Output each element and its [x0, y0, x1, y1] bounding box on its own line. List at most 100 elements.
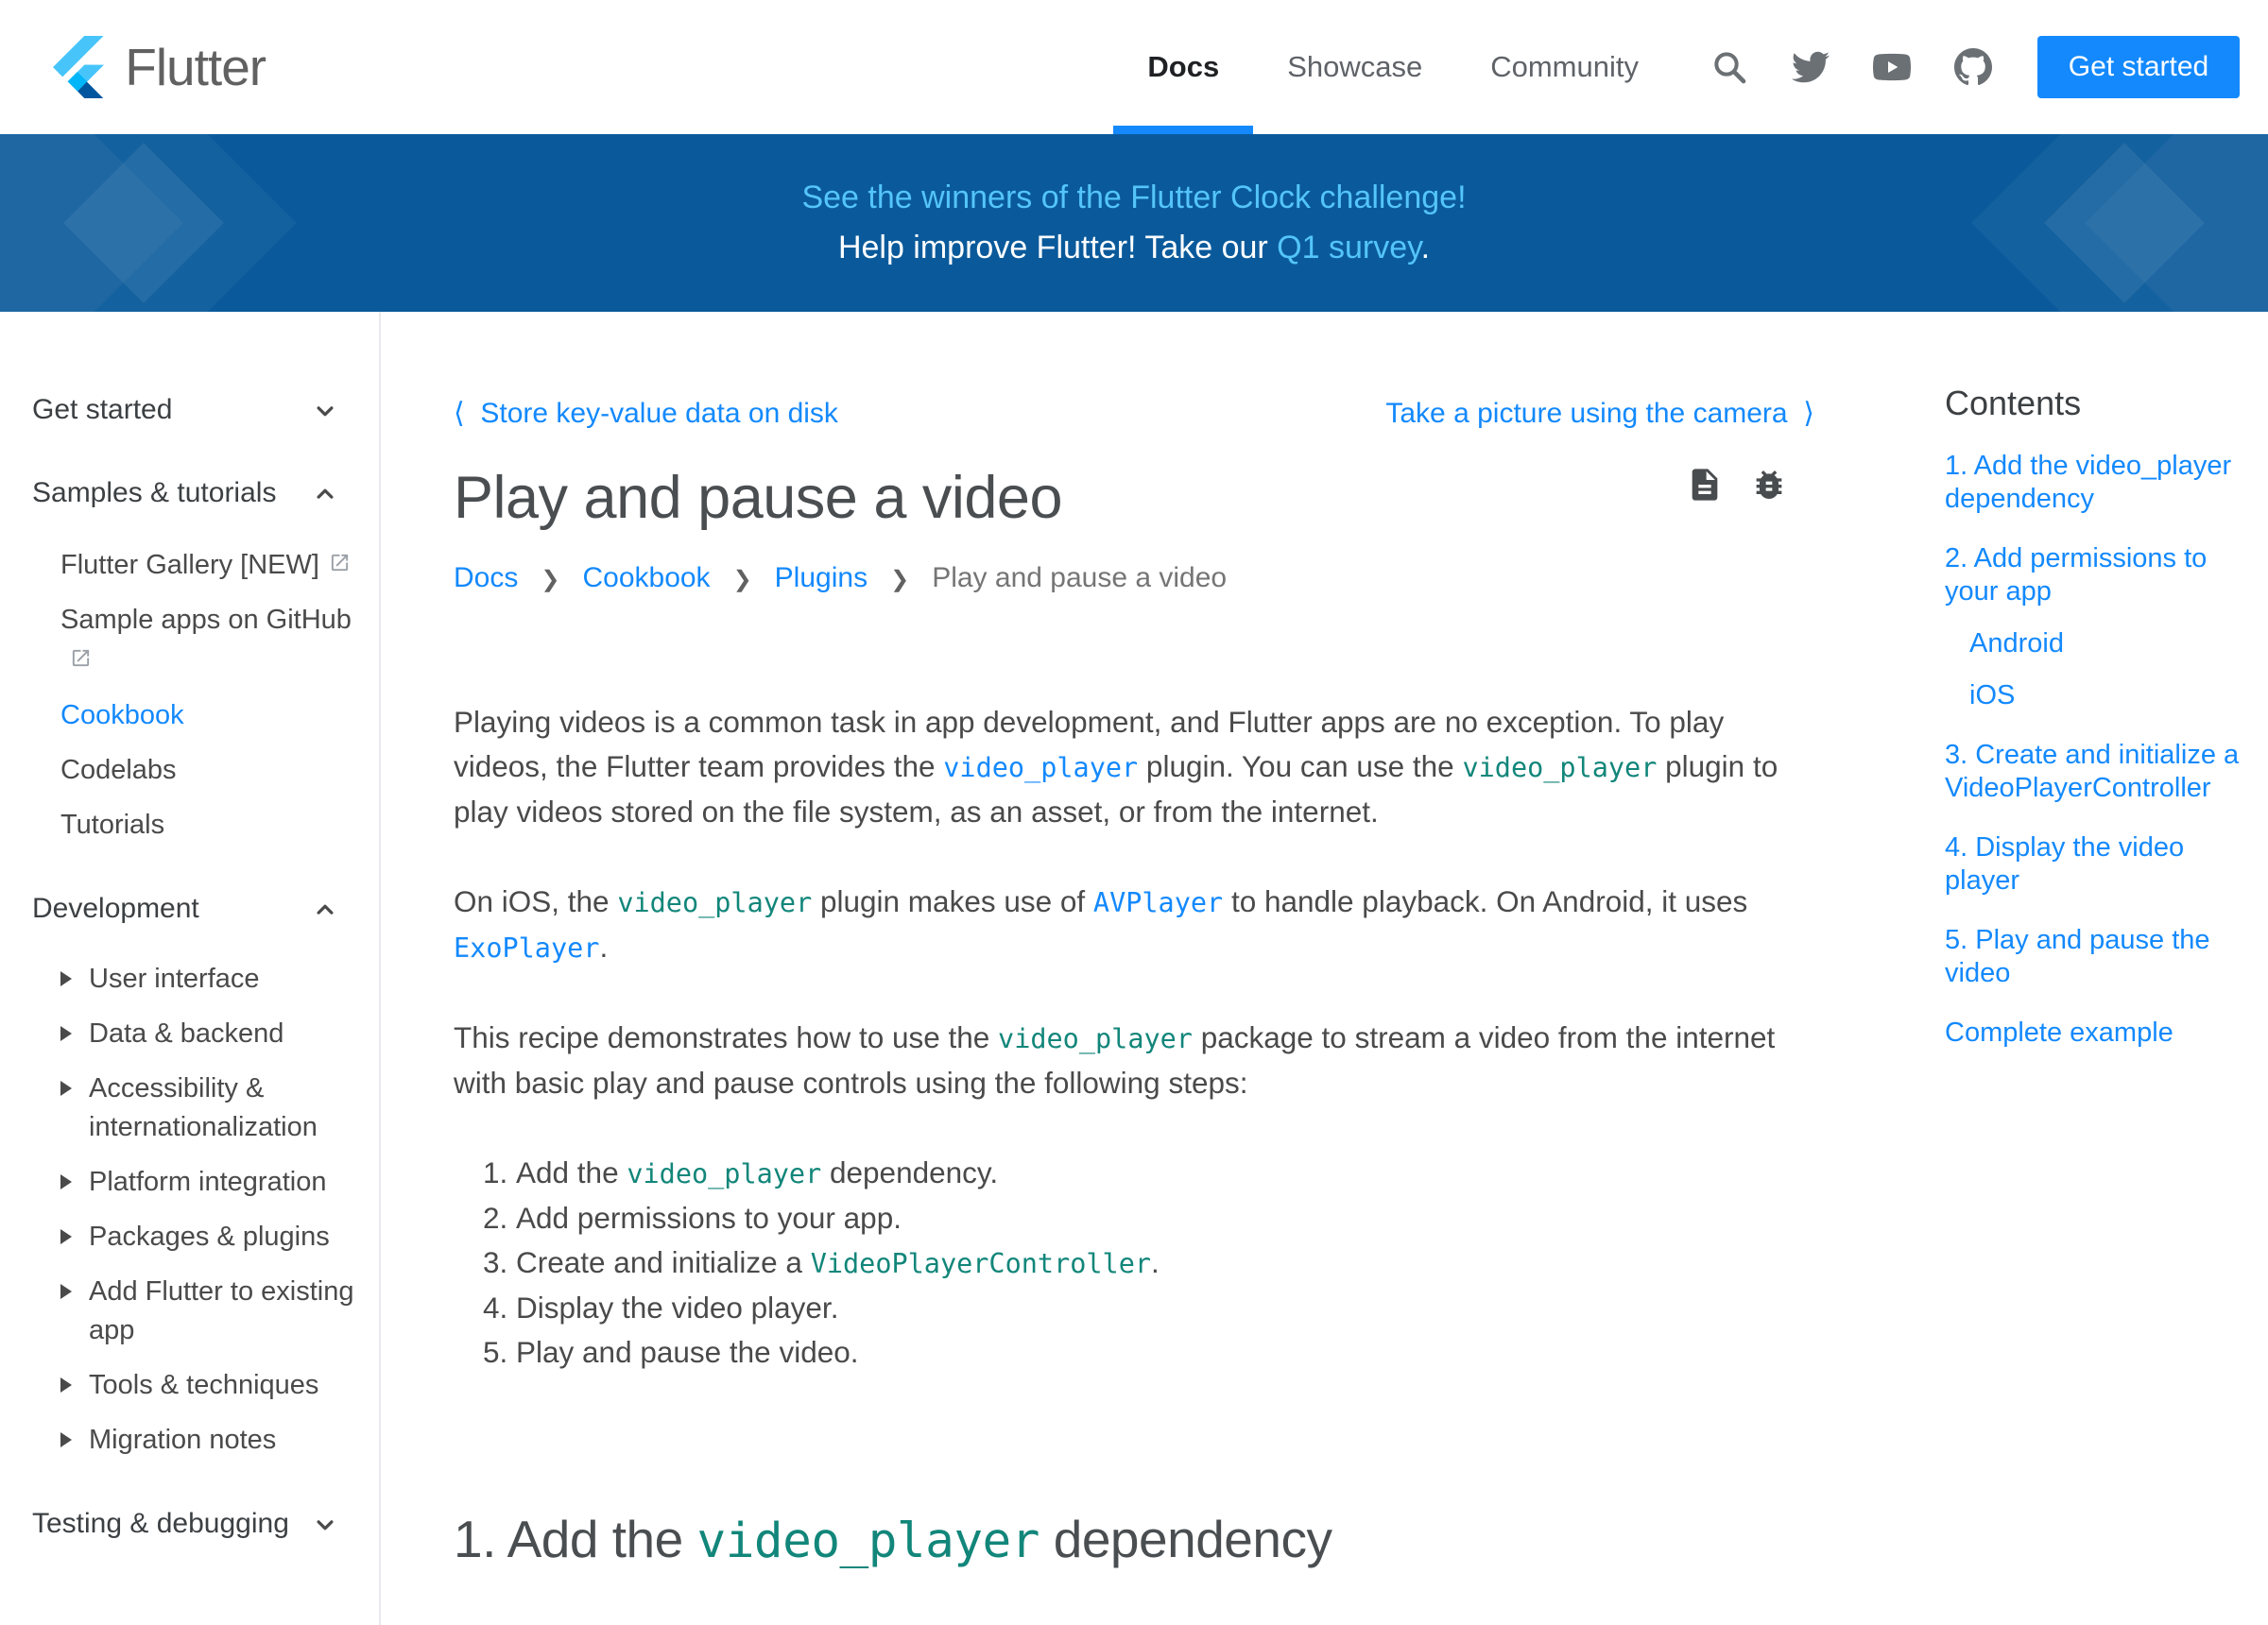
- sidebar-item-user-interface[interactable]: User interface: [60, 960, 355, 999]
- sidebar-section-header-development[interactable]: Development: [32, 890, 379, 928]
- youtube-icon[interactable]: [1873, 48, 1911, 86]
- inline-code-link[interactable]: video_player: [943, 752, 1138, 783]
- sidebar-item-data-backend[interactable]: Data & backend: [60, 1015, 355, 1053]
- toc-link-3-create-and-initialize-a-videoplayercontroller[interactable]: 3. Create and initialize a VideoPlayerCo…: [1945, 739, 2240, 805]
- sidebar-item-label: Codelabs: [60, 751, 177, 790]
- sidebar-section-items: User interface Data & backend Accessibilit…: [60, 960, 379, 1460]
- sidebar-item-label: User interface: [89, 960, 260, 999]
- toc-link-1-add-the-video-player-dependency[interactable]: 1. Add the video_player dependency: [1945, 450, 2240, 516]
- inline-code: video_player: [697, 1514, 1040, 1569]
- article-body: Playing videos is a common task in app d…: [454, 700, 1814, 1569]
- sidebar-item-label: Packages & plugins: [89, 1218, 330, 1257]
- inline-code: video_player: [617, 887, 812, 918]
- toc-link-5-play-and-pause-the-video[interactable]: 5. Play and pause the video: [1945, 924, 2240, 990]
- breadcrumb-play-and-pause-a-video: Play and pause a video: [932, 562, 1227, 594]
- sidebar-item-platform-integration[interactable]: Platform integration: [60, 1163, 355, 1202]
- sidebar-item-label: Flutter Gallery [NEW]: [60, 544, 351, 585]
- inline-code: VideoPlayerController: [811, 1248, 1151, 1279]
- paragraphs: Playing videos is a common task in app d…: [454, 700, 1814, 1105]
- next-page-link[interactable]: Take a picture using the camera ⟩: [1385, 397, 1814, 430]
- github-icon[interactable]: [1954, 48, 1992, 86]
- top-navigation: DocsShowcaseCommunity: [1113, 0, 1673, 134]
- clock-challenge-link[interactable]: See the winners of the Flutter Clock cha…: [801, 180, 1466, 215]
- bug-report-icon[interactable]: [1750, 466, 1788, 504]
- q1-survey-link[interactable]: Q1 survey: [1277, 230, 1420, 265]
- sidebar-section-label: Testing & debugging: [32, 1505, 289, 1543]
- left-angle-icon: ⟨: [454, 398, 465, 429]
- sidebar-item-migration-notes[interactable]: Migration notes: [60, 1421, 355, 1460]
- banner-line2-suffix: .: [1421, 230, 1430, 265]
- previous-page-link[interactable]: ⟨ Store key-value data on disk: [454, 397, 838, 430]
- step-4: Display the video player.: [516, 1286, 1814, 1330]
- sidebar-section-label: Samples & tutorials: [32, 474, 276, 512]
- section-heading: 1. Add the video_player dependency: [454, 1509, 1814, 1569]
- triangle-right-icon: [60, 1432, 72, 1447]
- inline-code-link[interactable]: AVPlayer: [1093, 887, 1223, 918]
- left-sidebar: Get started Samples & tutorials Flutter Ga…: [0, 312, 381, 1625]
- sidebar-item-codelabs[interactable]: Codelabs: [60, 751, 355, 790]
- sidebar-section-items: Flutter Gallery [NEW] Sample apps on GitH…: [60, 544, 379, 845]
- search-icon[interactable]: [1710, 48, 1748, 86]
- page-title: Play and pause a video: [454, 464, 1814, 532]
- toc-link-ios[interactable]: iOS: [1969, 679, 2240, 712]
- sidebar-item-label: Tutorials: [60, 806, 164, 845]
- breadcrumb-docs[interactable]: Docs: [454, 562, 518, 594]
- banner-line-1: See the winners of the Flutter Clock cha…: [801, 180, 1466, 216]
- nav-item-community[interactable]: Community: [1456, 0, 1673, 134]
- get-started-button[interactable]: Get started: [2037, 36, 2240, 98]
- toc-link-4-display-the-video-player[interactable]: 4. Display the video player: [1945, 831, 2240, 898]
- external-link-icon: [329, 552, 351, 573]
- sidebar-item-flutter-gallery-new[interactable]: Flutter Gallery [NEW]: [60, 544, 355, 585]
- sidebar-item-tutorials[interactable]: Tutorials: [60, 806, 355, 845]
- toc-link-android[interactable]: Android: [1969, 627, 2240, 660]
- sidebar-item-label: Add Flutter to existing app: [89, 1273, 355, 1350]
- sidebar-item-packages-plugins[interactable]: Packages & plugins: [60, 1218, 355, 1257]
- nav-item-docs[interactable]: Docs: [1113, 0, 1253, 134]
- triangle-right-icon: [60, 1174, 72, 1189]
- sidebar-section-header-testing-debugging[interactable]: Testing & debugging: [32, 1505, 379, 1543]
- title-row: Play and pause a video: [454, 464, 1814, 532]
- inline-code-link[interactable]: ExoPlayer: [454, 932, 599, 964]
- triangle-right-icon: [60, 1229, 72, 1244]
- toc-sublist: Android iOS: [1969, 627, 2240, 712]
- step-1: Add the video_player dependency.: [516, 1151, 1814, 1196]
- sidebar-item-tools-techniques[interactable]: Tools & techniques: [60, 1366, 355, 1405]
- sidebar-item-label: Platform integration: [89, 1163, 326, 1202]
- breadcrumb-plugins[interactable]: Plugins: [775, 562, 868, 594]
- sidebar-item-label: Data & backend: [89, 1015, 284, 1053]
- sidebar-section-get-started: Get started: [32, 391, 379, 429]
- sidebar-item-accessibility-internationalization[interactable]: Accessibility & internationalization: [60, 1069, 355, 1147]
- paragraph-1: Playing videos is a common task in app d…: [454, 700, 1814, 834]
- sidebar-section-header-samples-tutorials[interactable]: Samples & tutorials: [32, 474, 379, 512]
- sidebar-item-cookbook[interactable]: Cookbook: [60, 696, 355, 735]
- brand-name: Flutter: [125, 37, 266, 97]
- contents-sidebar: Contents 1. Add the video_player depende…: [1945, 312, 2266, 1076]
- right-angle-icon: ⟩: [1803, 398, 1814, 429]
- nav-item-showcase[interactable]: Showcase: [1253, 0, 1456, 134]
- inline-code: video_player: [998, 1023, 1193, 1054]
- contents-list: 1. Add the video_player dependency2. Add…: [1945, 450, 2266, 1050]
- inline-code: video_player: [627, 1158, 821, 1189]
- triangle-right-icon: [60, 1081, 72, 1096]
- sidebar-section-samples-tutorials: Samples & tutorials Flutter Gallery [NEW]…: [32, 474, 379, 845]
- document-icon[interactable]: [1686, 466, 1724, 504]
- sidebar-item-label: Sample apps on GitHub: [60, 601, 355, 680]
- flutter-logo[interactable]: Flutter: [53, 36, 266, 98]
- main-content: ⟨ Store key-value data on disk Take a pi…: [454, 312, 1814, 1569]
- sidebar-section-header-get-started[interactable]: Get started: [32, 391, 379, 429]
- sidebar-item-add-flutter-to-existing-app[interactable]: Add Flutter to existing app: [60, 1273, 355, 1350]
- banner-line2-prefix: Help improve Flutter! Take our: [838, 230, 1277, 265]
- sidebar-section-label: Get started: [32, 391, 172, 429]
- twitter-icon[interactable]: [1792, 48, 1830, 86]
- toc-link-complete-example[interactable]: Complete example: [1945, 1017, 2240, 1050]
- chevron-up-icon: [311, 896, 339, 924]
- breadcrumb-cookbook[interactable]: Cookbook: [582, 562, 710, 594]
- toc-link-2-add-permissions-to-your-app[interactable]: 2. Add permissions to your appAndroidiOS: [1945, 542, 2240, 712]
- step-5: Play and pause the video.: [516, 1330, 1814, 1375]
- steps-list: Add the video_player dependency.Add perm…: [454, 1151, 1814, 1375]
- sidebar-item-sample-apps-on-github[interactable]: Sample apps on GitHub: [60, 601, 355, 680]
- external-link-icon: [70, 647, 92, 669]
- contents-title: Contents: [1945, 384, 2266, 423]
- chevron-down-icon: [311, 1511, 339, 1539]
- step-2: Add permissions to your app.: [516, 1196, 1814, 1240]
